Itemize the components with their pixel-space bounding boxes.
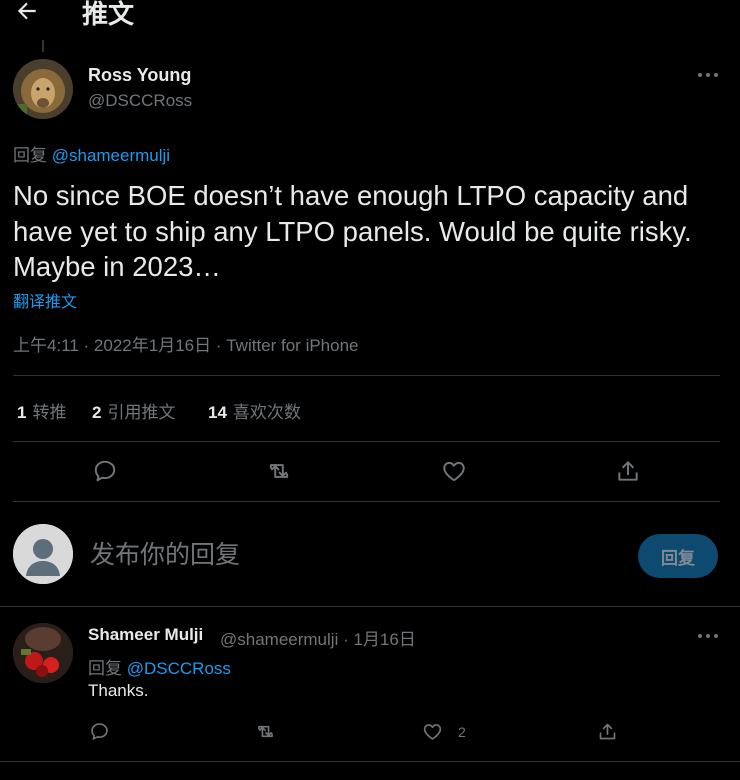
reply-icon[interactable] xyxy=(89,721,110,742)
retweet-icon[interactable] xyxy=(265,458,293,484)
likes-stat[interactable]: 14 喜欢次数 xyxy=(208,398,301,423)
more-options-icon[interactable] xyxy=(698,71,720,79)
divider xyxy=(13,375,720,376)
retweets-label: 转推 xyxy=(32,403,67,422)
divider xyxy=(0,606,740,607)
share-icon[interactable] xyxy=(615,458,641,484)
reply-to-mention-link[interactable]: @DSCCRoss xyxy=(127,659,231,678)
back-arrow-icon[interactable] xyxy=(14,0,40,24)
author-handle[interactable]: @DSCCRoss xyxy=(88,91,192,111)
likes-count: 14 xyxy=(208,403,227,422)
reply-to-prefix: 回复 xyxy=(88,659,127,678)
more-options-icon[interactable] xyxy=(698,632,720,640)
reply-to-prefix: 回复 xyxy=(13,146,52,165)
quotes-label: 引用推文 xyxy=(107,403,176,422)
reply-submit-button[interactable]: 回复 xyxy=(638,534,718,578)
likes-label: 喜欢次数 xyxy=(232,403,301,422)
retweets-count: 1 xyxy=(17,403,27,422)
divider xyxy=(0,761,740,762)
reply-text: Thanks. xyxy=(88,681,149,700)
quotes-stat[interactable]: 2 引用推文 xyxy=(92,398,175,423)
share-icon[interactable] xyxy=(597,721,618,742)
reply-meta[interactable]: @shameermulji · 1月16日 xyxy=(220,625,416,650)
reply-like-count: 2 xyxy=(458,724,466,740)
tweet-timestamp[interactable]: 上午4:11 · 2022年1月16日 · Twitter for iPhone xyxy=(13,331,359,356)
divider xyxy=(13,441,720,442)
reply-to-line: 回复 @DSCCRoss xyxy=(88,654,231,679)
like-icon[interactable] xyxy=(421,721,444,742)
reply-input[interactable] xyxy=(90,540,570,569)
divider xyxy=(13,501,720,502)
default-avatar xyxy=(13,524,73,584)
translate-tweet-link[interactable]: 翻译推文 xyxy=(13,288,77,312)
author-name[interactable]: Ross Young xyxy=(88,65,191,86)
reply-to-mention-link[interactable]: @shameermulji xyxy=(52,146,170,165)
reply-icon[interactable] xyxy=(92,458,118,484)
like-icon[interactable] xyxy=(440,458,468,484)
retweets-stat[interactable]: 1 转推 xyxy=(17,398,66,423)
retweet-icon[interactable] xyxy=(254,721,277,742)
top-header: 推文 xyxy=(0,0,740,40)
reply-author-avatar[interactable] xyxy=(13,623,73,683)
author-avatar[interactable] xyxy=(13,59,73,119)
tweet-text: No since BOE doesn’t have enough LTPO ca… xyxy=(13,180,692,282)
page-title: 推文 xyxy=(82,0,135,30)
reply-to-line: 回复 @shameermulji xyxy=(13,141,170,166)
reply-author-name[interactable]: Shameer Mulji xyxy=(88,625,203,645)
thread-line xyxy=(42,40,44,52)
quotes-count: 2 xyxy=(92,403,102,422)
